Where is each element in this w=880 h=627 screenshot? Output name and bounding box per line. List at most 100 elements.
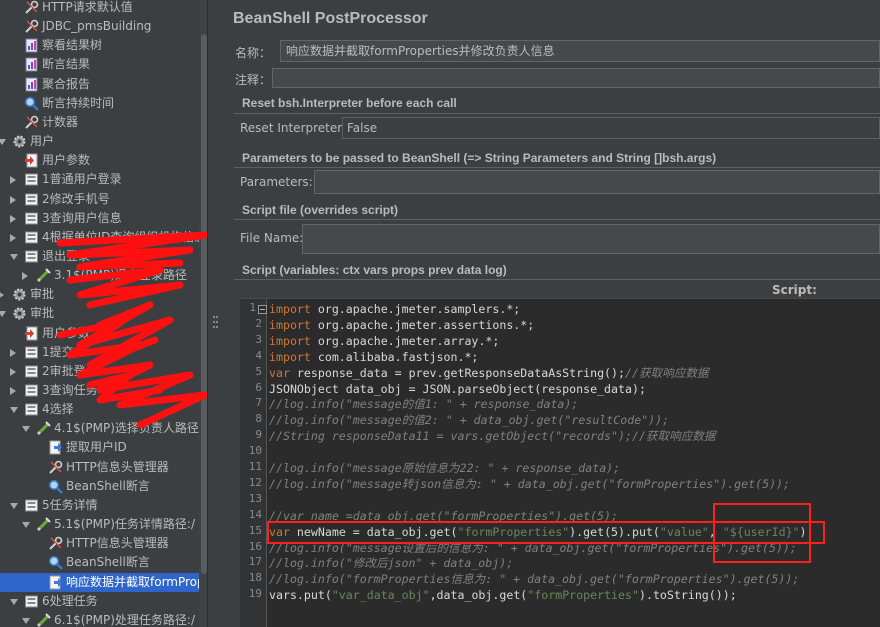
tree-item[interactable]: 1普通用户登录 xyxy=(0,170,199,189)
collapse-arrow-icon[interactable] xyxy=(10,233,16,242)
name-field[interactable]: 响应数据并截取formProperties并修改负责人信息 xyxy=(280,40,880,62)
comment-field[interactable] xyxy=(272,68,880,88)
code-line[interactable]: vars.put("var_data_obj",data_obj.get("fo… xyxy=(269,587,737,603)
tree-item[interactable]: 用户 xyxy=(0,132,199,151)
code-line[interactable]: //log.info("修改后json" + data_obj); xyxy=(269,555,513,571)
tree-item[interactable]: JDBC_pmsBuilding xyxy=(0,17,199,36)
tree-item-label: 1普通用户登录 xyxy=(42,172,122,187)
tree-item[interactable]: 6.1$(PMP)处理任务路径:/ xyxy=(0,611,199,627)
code-line[interactable]: //log.info("message原始信息为22: " + response… xyxy=(269,460,620,476)
tree-item[interactable]: 用户参数 xyxy=(0,324,199,343)
collapse-arrow-icon[interactable] xyxy=(10,367,16,376)
tree-item[interactable]: 3.1$(PMP)退出登录路径 xyxy=(0,266,199,285)
tree-item-label: 6.1$(PMP)处理任务路径:/ xyxy=(54,612,195,627)
tree-item[interactable]: 2审批登录 xyxy=(0,362,199,381)
tree-item[interactable]: 提取用户ID xyxy=(0,438,199,457)
script-editor[interactable]: 1 2 3 4 5 6 7 8 9 10 11 12 13 14 15 16 17 18 19 import org… xyxy=(240,298,880,627)
controller-icon xyxy=(24,383,39,398)
code-line[interactable]: //log.info("message的值2: " + data_obj.get… xyxy=(269,412,669,428)
expand-arrow-icon[interactable] xyxy=(0,139,6,146)
section-divider xyxy=(234,219,880,220)
collapse-arrow-icon[interactable] xyxy=(10,214,16,223)
code-line[interactable]: import com.alibaba.fastjson.*; xyxy=(269,349,478,365)
reset-interpreter-select[interactable]: False xyxy=(342,117,880,139)
expand-arrow-icon[interactable] xyxy=(10,407,18,414)
expand-arrow-icon[interactable] xyxy=(22,426,30,433)
tree-item-label: HTTP信息头管理器 xyxy=(66,536,169,551)
preprocessor-icon xyxy=(24,326,39,341)
code-line[interactable]: //String responseData11 = vars.getObject… xyxy=(269,428,715,444)
parameters-field[interactable] xyxy=(314,170,880,194)
line-number: 18 xyxy=(248,571,262,585)
tree-item[interactable]: 审批 xyxy=(0,304,199,323)
line-number: 8 xyxy=(255,412,262,426)
tree-item-label: HTTP信息头管理器 xyxy=(66,459,169,474)
tree-item[interactable]: 1提交 xyxy=(0,343,199,362)
code-line[interactable]: //log.info("formProperties信息为: " + data_… xyxy=(269,571,799,587)
expand-arrow-icon[interactable] xyxy=(10,598,18,605)
tree-item[interactable]: 断言结果 xyxy=(0,55,199,74)
tree-item[interactable]: 4选择 xyxy=(0,400,199,419)
line-number: 17 xyxy=(248,555,262,569)
code-line[interactable]: JSONObject data_obj = JSON.parseObject(r… xyxy=(269,381,646,397)
code-line[interactable]: import org.apache.jmeter.assertions.*; xyxy=(269,317,534,333)
tree-item-label: 3.1$(PMP)退出登录路径 xyxy=(54,268,187,283)
code-line[interactable]: //log.info("message的值1: " + response_dat… xyxy=(269,396,578,412)
tree-item[interactable]: HTTP请求默认值 xyxy=(0,0,199,17)
tree-item[interactable]: BeanShell断言 xyxy=(0,477,199,496)
tree-item-label: 断言结果 xyxy=(42,57,91,72)
tree-item[interactable]: 3查询任务 xyxy=(0,381,199,400)
tree-item[interactable]: 响应数据并截取formProp xyxy=(0,572,205,592)
preprocessor-icon xyxy=(24,153,39,168)
tree-item[interactable]: 3查询用户信息 xyxy=(0,209,199,228)
splitter-grip-icon[interactable] xyxy=(213,316,219,328)
tree-item-label: 2修改手机号 xyxy=(42,191,110,206)
fold-toggle-icon[interactable] xyxy=(258,305,267,314)
tree-item[interactable]: 6处理任务 xyxy=(0,592,199,611)
collapse-arrow-icon[interactable] xyxy=(10,195,16,204)
tree-item-label: 4根据单位ID查询组织机构信息 xyxy=(42,229,205,244)
line-number: 10 xyxy=(248,444,262,458)
tree-item[interactable]: 聚合报告 xyxy=(0,75,199,94)
collapse-arrow-icon[interactable] xyxy=(0,291,4,300)
tree-item-label: 4.1$(PMP)选择负责人路径 xyxy=(54,421,199,436)
tree-item[interactable]: 4.1$(PMP)选择负责人路径 xyxy=(0,419,199,438)
tree-item[interactable]: 5.1$(PMP)任务详情路径:/ xyxy=(0,515,199,534)
code-line[interactable]: var response_data = prev.getResponseData… xyxy=(269,365,709,381)
tree-item[interactable]: 审批 xyxy=(0,285,199,304)
expand-arrow-icon[interactable] xyxy=(22,522,30,529)
tree-item[interactable]: HTTP信息头管理器 xyxy=(0,458,199,477)
tree-item[interactable]: 察看结果树 xyxy=(0,36,199,55)
collapse-arrow-icon[interactable] xyxy=(10,176,16,185)
wrench-icon xyxy=(24,115,39,130)
magnifier-icon xyxy=(48,479,63,494)
magnifier-icon xyxy=(48,555,63,571)
file-name-field[interactable] xyxy=(302,224,880,254)
panel-splitter[interactable] xyxy=(207,0,226,627)
tree-item[interactable]: 4根据单位ID查询组织机构信息 xyxy=(0,228,205,247)
tree-item[interactable]: 2修改手机号 xyxy=(0,190,199,209)
expand-arrow-icon[interactable] xyxy=(0,311,6,318)
tree-item[interactable]: 5任务详情 xyxy=(0,496,199,515)
tree-item-label: BeanShell断言 xyxy=(66,555,150,570)
name-label: 名称： xyxy=(235,46,272,60)
test-plan-tree[interactable]: HTTP请求默认值 JDBC_pmsBuilding 察看结果树断言结果聚合报告 断言… xyxy=(0,0,205,627)
tree-item-label: BeanShell断言 xyxy=(66,478,150,493)
collapse-arrow-icon[interactable] xyxy=(10,348,16,357)
tree-item[interactable]: BeanShell断言 xyxy=(0,553,199,572)
controller-icon xyxy=(24,192,39,207)
tree-item[interactable]: 断言持续时间 xyxy=(0,94,199,113)
code-line[interactable]: import org.apache.jmeter.array.*; xyxy=(269,333,499,349)
code-line[interactable]: //log.info("message转json信息为: " + data_ob… xyxy=(269,476,790,492)
collapse-arrow-icon[interactable] xyxy=(10,387,16,395)
line-number: 13 xyxy=(248,491,262,505)
tree-item[interactable]: 计数器 xyxy=(0,113,199,132)
tree-item[interactable]: 用户参数 xyxy=(0,151,199,170)
tree-item[interactable]: HTTP信息头管理器 xyxy=(0,534,199,553)
collapse-arrow-icon[interactable] xyxy=(22,272,28,281)
expand-arrow-icon[interactable] xyxy=(10,502,18,509)
expand-arrow-icon[interactable] xyxy=(22,617,30,624)
tree-item[interactable]: 退出登录 xyxy=(0,247,199,266)
expand-arrow-icon[interactable] xyxy=(10,253,18,260)
code-line[interactable]: import org.apache.jmeter.samplers.*; xyxy=(269,301,520,317)
